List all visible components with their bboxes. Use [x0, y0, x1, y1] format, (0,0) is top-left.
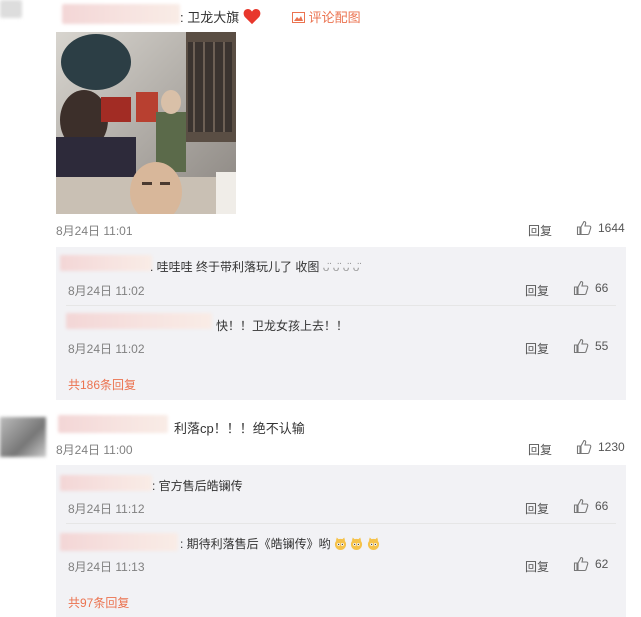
image-icon: [292, 12, 305, 23]
like-count: 1230: [598, 440, 625, 454]
reply-text: . 哇哇哇 终于带利落玩儿了 收图 ᴗ̈ ᴗ̈ ᴗ̈ ᴗ̈: [150, 260, 360, 274]
more-replies-link[interactable]: 共186条回复: [68, 376, 136, 393]
reply-username-blurred[interactable]: [60, 255, 152, 271]
like-button[interactable]: 62: [573, 556, 608, 572]
comment-text: 利落cp！！！绝不认输: [174, 421, 305, 436]
reply-text: : 官方售后皓镧传: [152, 479, 243, 493]
reply-time: 8月24日 11:02: [68, 284, 145, 298]
reply-button[interactable]: 回复: [525, 500, 549, 517]
thumbs-up-icon: [573, 280, 589, 296]
comment-pic-link[interactable]: 评论配图: [292, 7, 361, 26]
reply-divider: [66, 523, 616, 524]
comment-image[interactable]: [56, 32, 236, 214]
thumbs-up-icon: [576, 439, 592, 455]
comment-time: 8月24日 11:00: [56, 443, 133, 457]
avatar-blurred[interactable]: [0, 0, 22, 18]
reply-time: 8月24日 11:02: [68, 342, 145, 356]
username-blurred[interactable]: [58, 415, 168, 433]
like-button[interactable]: 66: [573, 498, 608, 514]
avatar-blurred[interactable]: [0, 417, 46, 457]
reply-button[interactable]: 回复: [528, 441, 552, 458]
like-button[interactable]: 66: [573, 280, 608, 296]
thumbs-up-icon: [573, 338, 589, 354]
reply-username-blurred[interactable]: [60, 475, 152, 491]
thumbs-up-icon: [573, 498, 589, 514]
comment-time: 8月24日 11:01: [56, 224, 133, 238]
comment-text: : 卫龙大旗: [180, 7, 261, 26]
reply-text: : 期待利落售后《皓镧传》哟: [180, 535, 380, 552]
username-blurred[interactable]: [62, 4, 180, 24]
like-count: 66: [595, 281, 609, 295]
like-button[interactable]: 55: [573, 338, 608, 354]
like-count: 1644: [598, 221, 625, 235]
reply-button[interactable]: 回复: [528, 222, 552, 239]
reply-time: 8月24日 11:13: [68, 560, 145, 574]
reply-divider: [66, 305, 616, 306]
reply-button[interactable]: 回复: [525, 340, 549, 357]
reply-time: 8月24日 11:12: [68, 502, 145, 516]
thumbs-up-icon: [576, 220, 592, 236]
cat-emoji-icon: [334, 537, 380, 551]
red-heart-icon: [243, 9, 261, 25]
reply-button[interactable]: 回复: [525, 558, 549, 575]
like-button[interactable]: 1230: [576, 439, 625, 455]
reply-button[interactable]: 回复: [525, 282, 549, 299]
like-button[interactable]: 1644: [576, 220, 625, 236]
like-count: 55: [595, 339, 609, 353]
more-replies-link[interactable]: 共97条回复: [68, 594, 129, 611]
crying-emoji-icon: ᴗ̈ ᴗ̈ ᴗ̈ ᴗ̈: [322, 260, 360, 274]
like-count: 66: [595, 499, 609, 513]
drama-still-illustration: [56, 32, 236, 214]
like-count: 62: [595, 557, 609, 571]
reply-text: 快！！卫龙女孩上去！！: [216, 319, 349, 333]
reply-username-blurred[interactable]: [66, 313, 212, 329]
thumbs-up-icon: [573, 556, 589, 572]
reply-username-blurred[interactable]: [60, 533, 178, 551]
